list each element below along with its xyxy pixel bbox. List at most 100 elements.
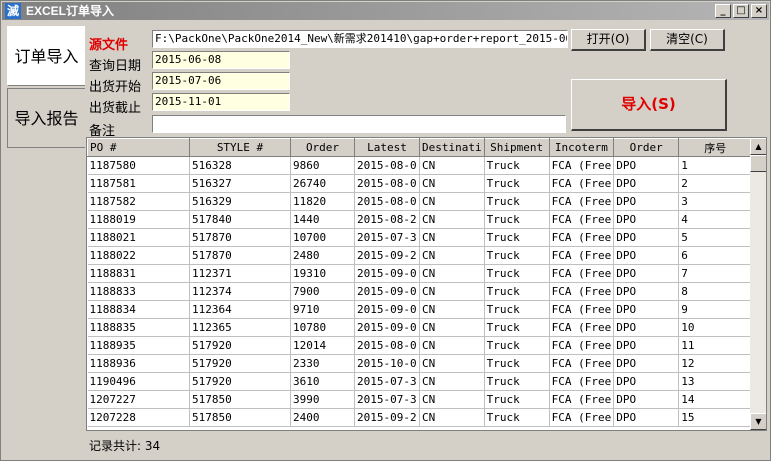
- open-button[interactable]: 打开(O): [571, 29, 646, 51]
- table-cell[interactable]: DPO: [613, 354, 680, 373]
- table-cell[interactable]: 9710: [290, 300, 355, 319]
- table-cell[interactable]: 9: [678, 300, 753, 319]
- table-cell[interactable]: 2015-07-3: [354, 372, 420, 391]
- table-cell[interactable]: Truck: [484, 210, 550, 229]
- table-cell[interactable]: 1188833: [87, 282, 190, 301]
- table-cell[interactable]: 517850: [189, 390, 291, 409]
- table-cell[interactable]: 517870: [189, 228, 291, 247]
- table-cell[interactable]: DPO: [613, 192, 680, 211]
- table-cell[interactable]: 19310: [290, 264, 355, 283]
- table-cell[interactable]: Truck: [484, 318, 550, 337]
- table-cell[interactable]: 2015-08-0: [354, 336, 420, 355]
- table-cell[interactable]: CN: [419, 228, 485, 247]
- column-header[interactable]: PO #: [87, 138, 190, 157]
- column-header[interactable]: Latest: [354, 138, 420, 157]
- table-cell[interactable]: FCA (Free: [549, 408, 615, 427]
- table-cell[interactable]: 11820: [290, 192, 355, 211]
- table-cell[interactable]: 112364: [189, 300, 291, 319]
- table-cell[interactable]: DPO: [613, 336, 680, 355]
- table-cell[interactable]: FCA (Free: [549, 390, 615, 409]
- tab-import-report[interactable]: 导入报告: [7, 88, 85, 148]
- table-row[interactable]: 1188936 517920 2330 2015-10-0 CN Truck FCA (Fr…: [87, 354, 753, 373]
- table-row[interactable]: 1188935 517920 12014 2015-08-0 CN Truck FCA (F…: [87, 336, 753, 355]
- table-row[interactable]: 1187582 516329 11820 2015-08-0 CN Truck FCA (F…: [87, 192, 753, 211]
- table-row[interactable]: 1187581 516327 26740 2015-08-0 CN Truck FCA (F…: [87, 174, 753, 193]
- source-file-field[interactable]: F:\PackOne\PackOne2014_New\新需求201410\gap…: [152, 30, 568, 48]
- table-cell[interactable]: Truck: [484, 174, 550, 193]
- table-cell[interactable]: DPO: [613, 318, 680, 337]
- table-cell[interactable]: DPO: [613, 246, 680, 265]
- table-cell[interactable]: CN: [419, 246, 485, 265]
- table-cell[interactable]: 12014: [290, 336, 355, 355]
- table-cell[interactable]: 2015-10-0: [354, 354, 420, 373]
- column-header[interactable]: STYLE #: [189, 138, 291, 157]
- table-cell[interactable]: FCA (Free: [549, 264, 615, 283]
- table-cell[interactable]: DPO: [613, 390, 680, 409]
- table-row[interactable]: 1188835 112365 10780 2015-09-0 CN Truck FCA (F…: [87, 318, 753, 337]
- table-cell[interactable]: Truck: [484, 156, 550, 175]
- scroll-thumb[interactable]: [750, 155, 766, 172]
- table-cell[interactable]: 2015-07-3: [354, 390, 420, 409]
- table-cell[interactable]: CN: [419, 282, 485, 301]
- remark-field[interactable]: [152, 115, 566, 133]
- table-cell[interactable]: 2015-09-2: [354, 408, 420, 427]
- table-cell[interactable]: DPO: [613, 174, 680, 193]
- table-cell[interactable]: 10780: [290, 318, 355, 337]
- table-cell[interactable]: FCA (Free: [549, 246, 615, 265]
- table-cell[interactable]: DPO: [613, 210, 680, 229]
- table-cell[interactable]: 4: [678, 210, 753, 229]
- table-row[interactable]: 1188831 112371 19310 2015-09-0 CN Truck FCA (F…: [87, 264, 753, 283]
- table-cell[interactable]: Truck: [484, 354, 550, 373]
- table-cell[interactable]: 2015-08-0: [354, 192, 420, 211]
- table-row[interactable]: 1188021 517870 10700 2015-07-3 CN Truck FCA (F…: [87, 228, 753, 247]
- table-cell[interactable]: 2400: [290, 408, 355, 427]
- table-row[interactable]: 1188022 517870 2480 2015-09-2 CN Truck FCA (Fr…: [87, 246, 753, 265]
- table-row[interactable]: 1188019 517840 1440 2015-08-2 CN Truck FCA (Fr…: [87, 210, 753, 229]
- table-cell[interactable]: FCA (Free: [549, 336, 615, 355]
- table-cell[interactable]: DPO: [613, 300, 680, 319]
- table-cell[interactable]: Truck: [484, 390, 550, 409]
- table-cell[interactable]: 7: [678, 264, 753, 283]
- table-cell[interactable]: Truck: [484, 300, 550, 319]
- table-cell[interactable]: 1207228: [87, 408, 190, 427]
- table-cell[interactable]: Truck: [484, 228, 550, 247]
- scroll-up-icon[interactable]: ▲: [750, 138, 766, 155]
- table-cell[interactable]: 6: [678, 246, 753, 265]
- table-cell[interactable]: FCA (Free: [549, 210, 615, 229]
- table-cell[interactable]: 14: [678, 390, 753, 409]
- table-cell[interactable]: 517870: [189, 246, 291, 265]
- table-cell[interactable]: 1187582: [87, 192, 190, 211]
- table-cell[interactable]: 2015-08-0: [354, 174, 420, 193]
- table-cell[interactable]: 12: [678, 354, 753, 373]
- table-cell[interactable]: 3990: [290, 390, 355, 409]
- table-cell[interactable]: DPO: [613, 228, 680, 247]
- tab-order-import[interactable]: 订单导入: [7, 26, 85, 86]
- table-cell[interactable]: Truck: [484, 246, 550, 265]
- table-cell[interactable]: Truck: [484, 336, 550, 355]
- table-row[interactable]: 1187580 516328 9860 2015-08-0 CN Truck FCA (Fr…: [87, 156, 753, 175]
- table-cell[interactable]: 516327: [189, 174, 291, 193]
- table-cell[interactable]: 1440: [290, 210, 355, 229]
- table-cell[interactable]: 517920: [189, 354, 291, 373]
- table-cell[interactable]: FCA (Free: [549, 372, 615, 391]
- table-cell[interactable]: DPO: [613, 282, 680, 301]
- table-cell[interactable]: 1188019: [87, 210, 190, 229]
- table-cell[interactable]: 8: [678, 282, 753, 301]
- table-cell[interactable]: 516328: [189, 156, 291, 175]
- maximize-button[interactable]: □: [733, 4, 749, 18]
- table-cell[interactable]: 517840: [189, 210, 291, 229]
- table-cell[interactable]: FCA (Free: [549, 354, 615, 373]
- table-row[interactable]: 1207227 517850 3990 2015-07-3 CN Truck FCA (Fr…: [87, 390, 753, 409]
- table-cell[interactable]: Truck: [484, 408, 550, 427]
- table-cell[interactable]: 13: [678, 372, 753, 391]
- scroll-down-icon[interactable]: ▼: [750, 413, 766, 430]
- vertical-scrollbar[interactable]: ▲ ▼: [750, 138, 766, 430]
- table-cell[interactable]: 517920: [189, 336, 291, 355]
- table-cell[interactable]: 2015-07-3: [354, 228, 420, 247]
- table-cell[interactable]: 2480: [290, 246, 355, 265]
- table-cell[interactable]: CN: [419, 264, 485, 283]
- query-date-field[interactable]: 2015-06-08: [152, 51, 290, 69]
- table-cell[interactable]: 1187580: [87, 156, 190, 175]
- table-cell[interactable]: 11: [678, 336, 753, 355]
- table-cell[interactable]: Truck: [484, 372, 550, 391]
